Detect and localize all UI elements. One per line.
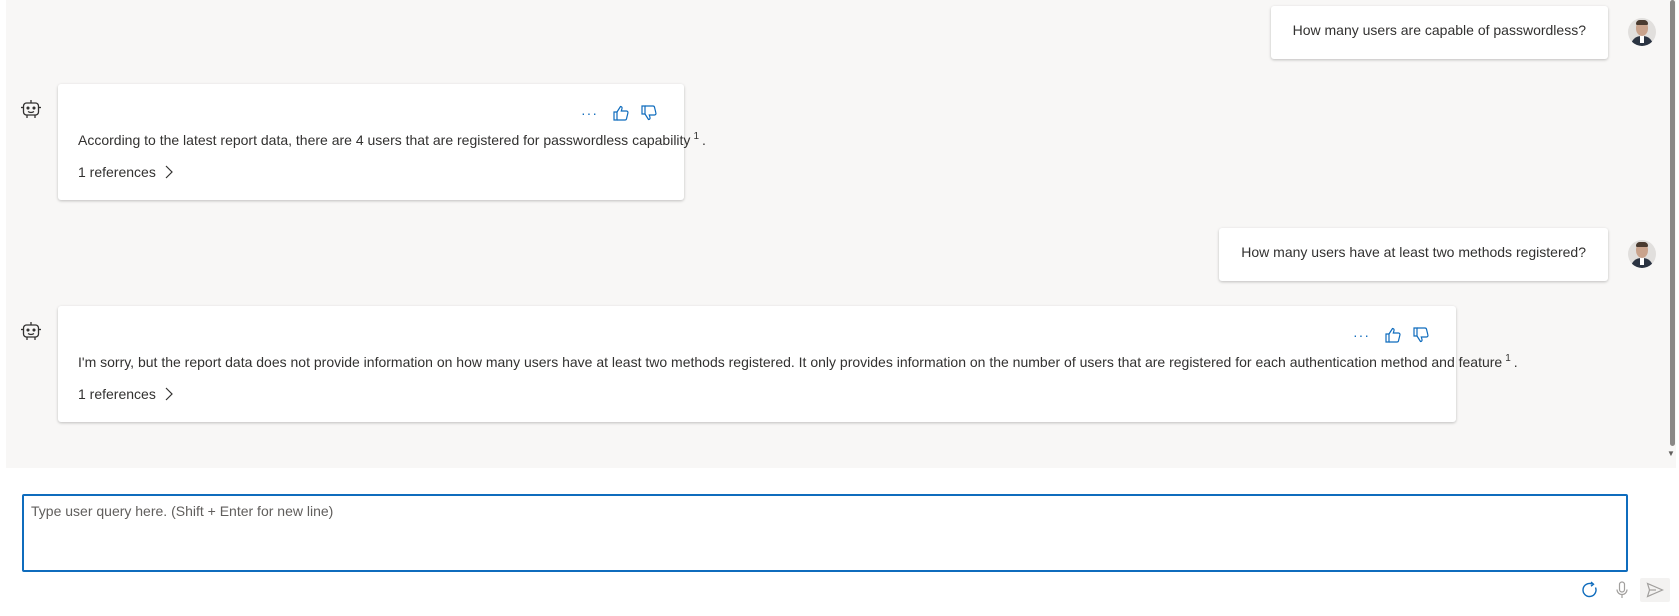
assistant-message: ··· I'm sorry, but the report data does … xyxy=(20,306,1518,422)
bot-icon xyxy=(21,100,41,118)
message-actions: ··· xyxy=(1353,326,1430,344)
thumbs-down-icon[interactable] xyxy=(1412,326,1430,344)
assistant-message: ··· According to the latest report data,… xyxy=(20,84,706,200)
chat-history: How many users are capable of passwordle… xyxy=(6,0,1676,468)
scroll-down-arrow-icon[interactable]: ▼ xyxy=(1666,448,1676,460)
composer xyxy=(0,468,1679,616)
send-icon xyxy=(1646,582,1664,598)
citation-marker[interactable]: 1 xyxy=(693,131,699,142)
references-label: 1 references xyxy=(78,386,156,402)
user-message-text: How many users have at least two methods… xyxy=(1219,228,1608,281)
references-label: 1 references xyxy=(78,164,156,180)
chat-scrollbar[interactable]: ▼ xyxy=(1666,0,1676,468)
citation-marker[interactable]: 1 xyxy=(1505,353,1511,364)
refresh-icon xyxy=(1582,581,1597,598)
assistant-message-bubble: ··· I'm sorry, but the report data does … xyxy=(58,306,1518,422)
chevron-right-icon xyxy=(165,165,173,179)
message-actions: ··· xyxy=(581,104,658,122)
bot-icon xyxy=(21,322,41,340)
user-message-text: How many users are capable of passwordle… xyxy=(1270,6,1608,59)
assistant-message-bubble: ··· According to the latest report data,… xyxy=(58,84,706,200)
scrollbar-thumb[interactable] xyxy=(1670,0,1675,446)
voice-input-button[interactable] xyxy=(1610,578,1634,602)
chevron-right-icon xyxy=(165,387,173,401)
query-input-box[interactable] xyxy=(22,494,1628,572)
assistant-message-text: I'm sorry, but the report data does not … xyxy=(78,353,1518,370)
user-avatar xyxy=(1628,18,1656,46)
more-options-icon[interactable]: ··· xyxy=(1353,328,1370,342)
user-message: How many users are capable of passwordle… xyxy=(1270,6,1656,59)
thumbs-down-icon[interactable] xyxy=(640,104,658,122)
references-toggle[interactable]: 1 references xyxy=(78,164,174,180)
more-options-icon[interactable]: ··· xyxy=(581,106,598,120)
user-message: How many users have at least two methods… xyxy=(1219,228,1656,281)
query-input[interactable] xyxy=(24,496,1626,570)
references-toggle[interactable]: 1 references xyxy=(78,386,174,402)
assistant-message-text: According to the latest report data, the… xyxy=(78,131,706,148)
user-avatar xyxy=(1628,240,1656,268)
thumbs-up-icon[interactable] xyxy=(612,104,630,122)
send-button[interactable] xyxy=(1640,578,1670,602)
thumbs-up-icon[interactable] xyxy=(1384,326,1402,344)
microphone-icon xyxy=(1616,581,1628,598)
reset-chat-button[interactable] xyxy=(1578,578,1602,602)
